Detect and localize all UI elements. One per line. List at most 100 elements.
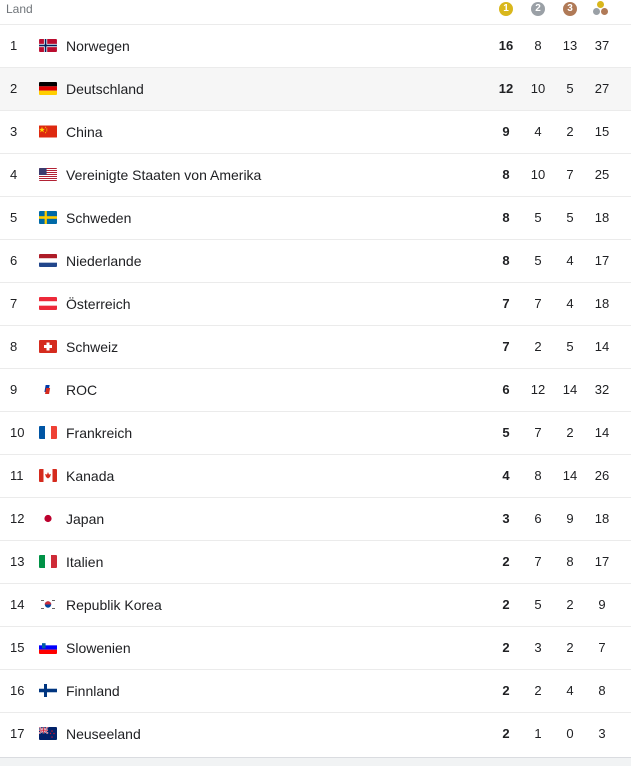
rank: 11	[10, 468, 24, 483]
country-name[interactable]: Kanada	[66, 468, 114, 484]
rank: 10	[10, 425, 25, 440]
country-name[interactable]: Japan	[66, 511, 104, 527]
country-name[interactable]: Neuseeland	[66, 726, 141, 742]
gold-count: 8	[502, 210, 510, 225]
china-flag-icon	[39, 125, 57, 138]
country-column-header[interactable]: Land	[6, 2, 33, 16]
italy-flag-icon	[39, 555, 57, 568]
rank: 7	[10, 296, 18, 311]
country-name[interactable]: ROC	[66, 382, 97, 398]
total-count: 3	[598, 726, 606, 741]
silver-count: 7	[534, 425, 542, 440]
switzerland-flag-icon	[39, 340, 57, 353]
country-name[interactable]: Slowenien	[66, 640, 131, 656]
country-name[interactable]: Deutschland	[66, 81, 144, 97]
country-name[interactable]: Niederlande	[66, 253, 142, 269]
rank: 12	[10, 511, 25, 526]
medal-table: Land 1 2 3 1 Norwegen 16 8 13 37 2 Deutschland 1…	[0, 0, 631, 766]
total-count: 18	[594, 511, 610, 526]
new-zealand-flag-icon	[39, 727, 57, 740]
gold-count: 2	[502, 597, 510, 612]
table-row[interactable]: 3 China 9 4 2 15	[0, 110, 631, 153]
table-row[interactable]: 16 Finnland 2 2 4 8	[0, 669, 631, 712]
silver-count: 2	[534, 683, 542, 698]
gold-count: 2	[502, 726, 510, 741]
total-count: 37	[594, 38, 610, 53]
country-name[interactable]: Frankreich	[66, 425, 132, 441]
table-row[interactable]: 15 Slowenien 2 3 2 7	[0, 626, 631, 669]
table-row[interactable]: 10 Frankreich 5 7 2 14	[0, 411, 631, 454]
silver-count: 8	[534, 468, 542, 483]
bronze-count: 5	[566, 81, 574, 96]
rank: 5	[10, 210, 18, 225]
silver-medal-icon[interactable]: 2	[531, 2, 545, 16]
table-row[interactable]: 6 Niederlande 8 5 4 17	[0, 239, 631, 282]
rank: 1	[10, 38, 18, 53]
total-medals-icon[interactable]	[593, 1, 609, 17]
country-name[interactable]: Schweden	[66, 210, 131, 226]
table-row[interactable]: 13 Italien 2 7 8 17	[0, 540, 631, 583]
silver-count: 7	[534, 554, 542, 569]
total-count: 15	[594, 124, 610, 139]
country-name[interactable]: Österreich	[66, 296, 131, 312]
bronze-count: 4	[566, 683, 574, 698]
country-name[interactable]: Vereinigte Staaten von Amerika	[66, 167, 261, 183]
rank: 14	[10, 597, 25, 612]
rank: 8	[10, 339, 18, 354]
gold-count: 3	[502, 511, 510, 526]
rank: 4	[10, 167, 18, 182]
total-count: 8	[598, 683, 606, 698]
table-row[interactable]: 11 Kanada 4 8 14 26	[0, 454, 631, 497]
bronze-count: 2	[566, 597, 574, 612]
table-row[interactable]: 2 Deutschland 12 10 5 27	[0, 67, 631, 110]
gold-count: 2	[502, 554, 510, 569]
country-name[interactable]: China	[66, 124, 103, 140]
table-row[interactable]: 5 Schweden 8 5 5 18	[0, 196, 631, 239]
table-row[interactable]: 9 ROC 6 12 14 32	[0, 368, 631, 411]
gold-count: 5	[502, 425, 510, 440]
silver-count: 10	[530, 81, 546, 96]
table-row[interactable]: 4 Vereinigte Staaten von Amerika 8 10 7 25	[0, 153, 631, 196]
table-row[interactable]: 14 Republik Korea 2 5 2 9	[0, 583, 631, 626]
bronze-count: 9	[566, 511, 574, 526]
bronze-count: 4	[566, 296, 574, 311]
silver-count: 6	[534, 511, 542, 526]
country-name[interactable]: Italien	[66, 554, 103, 570]
gold-medal-icon[interactable]: 1	[499, 2, 513, 16]
bronze-count: 14	[562, 468, 578, 483]
bronze-count: 2	[566, 124, 574, 139]
silver-count: 2	[534, 339, 542, 354]
germany-flag-icon	[39, 82, 57, 95]
gold-count: 2	[502, 683, 510, 698]
country-name[interactable]: Finnland	[66, 683, 120, 699]
rank: 16	[10, 683, 25, 698]
silver-count: 12	[530, 382, 546, 397]
bronze-count: 2	[566, 640, 574, 655]
silver-count: 3	[534, 640, 542, 655]
silver-count: 8	[534, 38, 542, 53]
bronze-count: 4	[566, 253, 574, 268]
gold-count: 7	[502, 296, 510, 311]
rank: 9	[10, 382, 18, 397]
bronze-medal-icon[interactable]: 3	[563, 2, 577, 16]
country-name[interactable]: Republik Korea	[66, 597, 162, 613]
table-row[interactable]: 12 Japan 3 6 9 18	[0, 497, 631, 540]
total-count: 18	[594, 210, 610, 225]
usa-flag-icon	[39, 168, 57, 181]
france-flag-icon	[39, 426, 57, 439]
table-row[interactable]: 1 Norwegen 16 8 13 37	[0, 24, 631, 67]
korea-flag-icon	[39, 598, 57, 611]
country-name[interactable]: Schweiz	[66, 339, 118, 355]
total-count: 32	[594, 382, 610, 397]
gold-count: 7	[502, 339, 510, 354]
table-row[interactable]: 7 Österreich 7 7 4 18	[0, 282, 631, 325]
finland-flag-icon	[39, 684, 57, 697]
bronze-count: 8	[566, 554, 574, 569]
rank: 13	[10, 554, 25, 569]
table-row[interactable]: 8 Schweiz 7 2 5 14	[0, 325, 631, 368]
total-count: 14	[594, 425, 610, 440]
table-row[interactable]: 17 Neuseeland 2 1 0 3	[0, 712, 631, 755]
rank: 15	[10, 640, 25, 655]
country-name[interactable]: Norwegen	[66, 38, 130, 54]
gold-count: 8	[502, 253, 510, 268]
